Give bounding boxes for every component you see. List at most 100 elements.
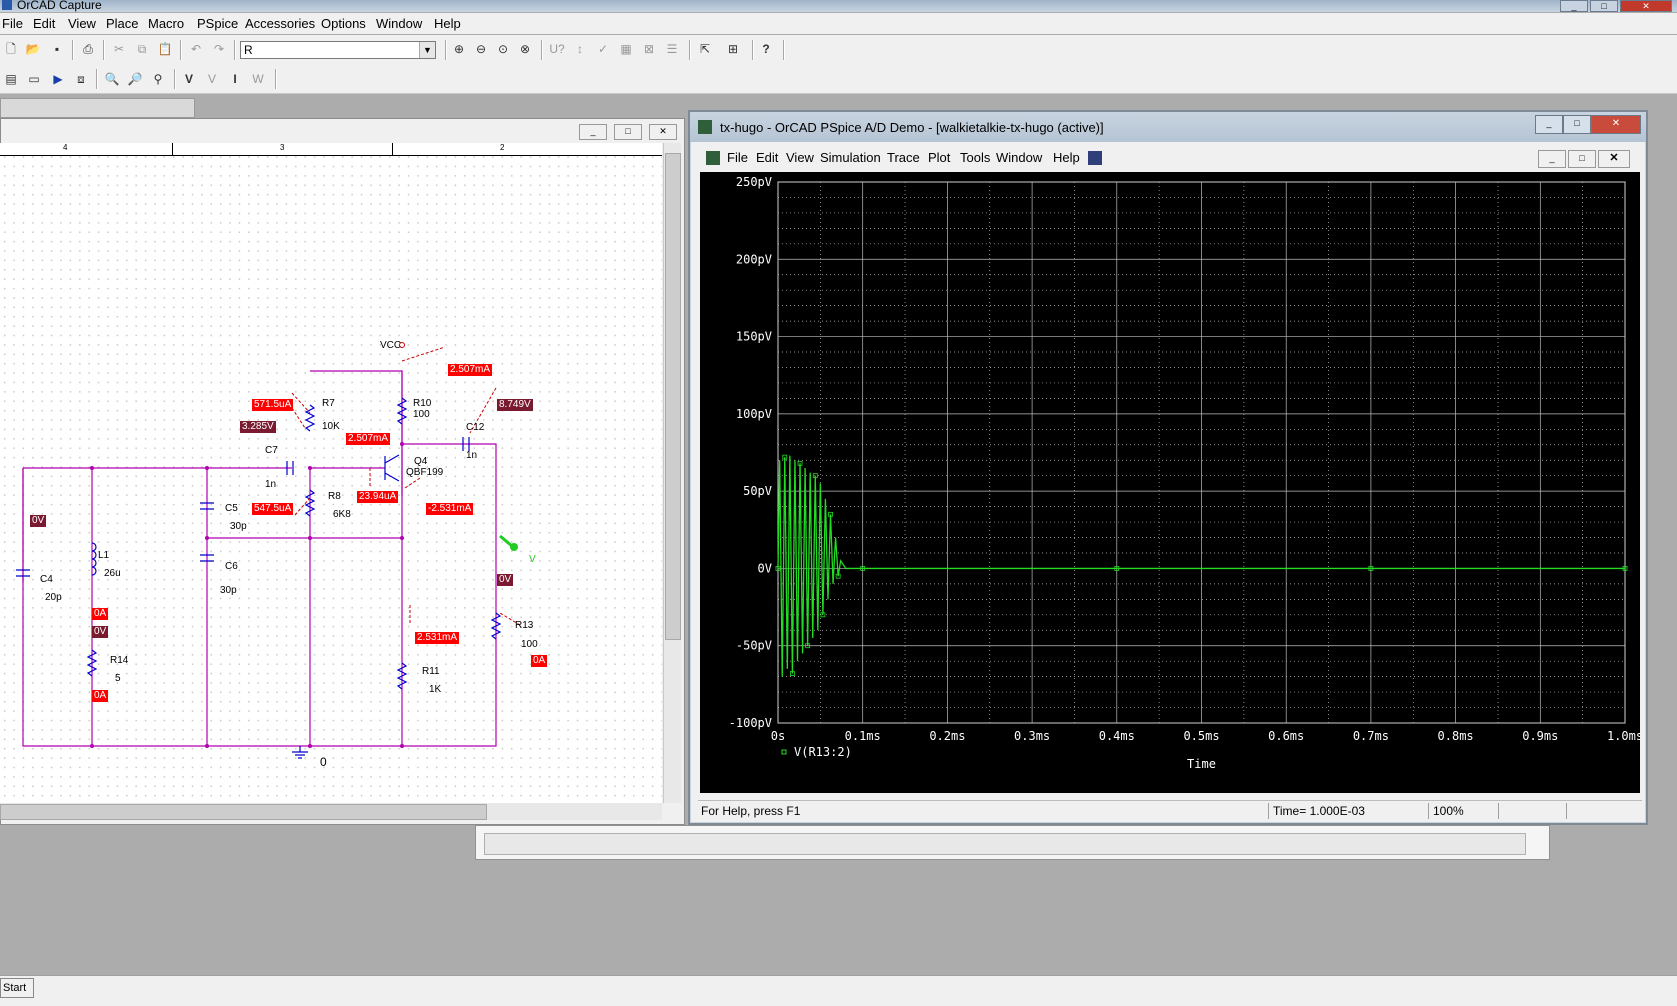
r7-label[interactable]: R7: [322, 398, 335, 409]
zoom-out-icon[interactable]: ⊖: [472, 40, 490, 58]
chevron-down-icon[interactable]: ▼: [419, 42, 435, 58]
open-icon[interactable]: 📂: [24, 40, 42, 58]
sch-close-button[interactable]: ✕: [649, 124, 677, 140]
current-marker-icon[interactable]: I: [226, 70, 244, 88]
menu-edit[interactable]: Edit: [33, 16, 55, 31]
menu-file[interactable]: File: [2, 16, 23, 31]
maximize-button[interactable]: □: [1590, 0, 1618, 12]
paste-icon[interactable]: 📋: [156, 40, 174, 58]
probe-menu-file[interactable]: File: [727, 150, 748, 165]
voltage-marker-icon[interactable]: V: [180, 70, 198, 88]
waveform-plot[interactable]: 250pV 200pV 150pV 100pV 50pV 0V -50pV -100pV 0s 0…: [700, 172, 1643, 793]
schematic-vertical-scrollbar[interactable]: [663, 143, 681, 803]
waveform-svg[interactable]: 250pV 200pV 150pV 100pV 50pV 0V -50pV -100pV0s 0…: [700, 172, 1643, 793]
c12-label[interactable]: C12: [466, 422, 484, 433]
l1-label[interactable]: L1: [98, 550, 109, 561]
probe-menu-trace[interactable]: Trace: [887, 150, 920, 165]
netlist-icon[interactable]: ▦: [617, 40, 635, 58]
power-marker-icon[interactable]: W: [249, 70, 267, 88]
app-icon: [2, 0, 12, 10]
menu-place[interactable]: Place: [106, 16, 139, 31]
r8-label[interactable]: R8: [328, 491, 341, 502]
new-icon[interactable]: 🗋: [2, 40, 20, 58]
sch-minimize-button[interactable]: _: [579, 124, 607, 140]
menu-view[interactable]: View: [68, 16, 96, 31]
status-time: Time= 1.000E-03: [1268, 803, 1429, 819]
probe-close-button[interactable]: ✕: [1591, 115, 1641, 134]
bom-icon[interactable]: ☰: [663, 40, 681, 58]
menu-help[interactable]: Help: [434, 16, 461, 31]
part-combo[interactable]: R ▼: [240, 41, 436, 59]
r10-label[interactable]: R10: [413, 398, 431, 409]
scroll-thumb[interactable]: [665, 153, 681, 640]
close-button[interactable]: ✕: [1620, 0, 1672, 12]
menu-accessories[interactable]: Accessories: [245, 16, 315, 31]
probe-menu-plot[interactable]: Plot: [928, 150, 950, 165]
zoom-in-icon[interactable]: ⊕: [450, 40, 468, 58]
probe-menu-view[interactable]: View: [786, 150, 814, 165]
sensitivity-icon[interactable]: 🔎: [126, 70, 144, 88]
help-icon[interactable]: ?: [757, 40, 775, 58]
voltage-probe-label[interactable]: V: [529, 554, 536, 565]
advanced-analysis-icon[interactable]: 🔍: [103, 70, 121, 88]
c6-value: 30p: [220, 585, 237, 596]
c4-label[interactable]: C4: [40, 574, 53, 585]
cut-icon[interactable]: ✂: [110, 40, 128, 58]
doc-minimize-button[interactable]: _: [1538, 150, 1566, 168]
print-icon[interactable]: ⎙: [79, 40, 97, 58]
probe-minimize-button[interactable]: _: [1535, 115, 1563, 134]
start-button[interactable]: Start: [0, 978, 34, 998]
scroll-thumb[interactable]: [0, 804, 487, 820]
current-annotation: 571.5uA: [252, 399, 294, 411]
sch-restore-button[interactable]: □: [614, 124, 642, 140]
voltage-diff-marker-icon[interactable]: V: [203, 70, 221, 88]
output-hscroll[interactable]: [484, 833, 1526, 855]
project-window-tab[interactable]: [0, 98, 195, 118]
probe-menu-help[interactable]: Help: [1053, 150, 1080, 165]
c5-label[interactable]: C5: [225, 503, 238, 514]
current-annotation: 0A: [531, 655, 548, 667]
probe-menu-simulation[interactable]: Simulation: [820, 150, 881, 165]
c7-label[interactable]: C7: [265, 445, 278, 456]
menu-pspice[interactable]: PSpice: [197, 16, 238, 31]
view-results-icon[interactable]: ⧈: [72, 70, 90, 88]
menu-options[interactable]: Options: [321, 16, 366, 31]
run-icon[interactable]: ▶: [49, 70, 67, 88]
probe-menu-window[interactable]: Window: [996, 150, 1042, 165]
doc-close-button[interactable]: ✕: [1598, 150, 1630, 168]
current-annotation: 0A: [92, 690, 109, 702]
menu-window[interactable]: Window: [376, 16, 422, 31]
q4-label[interactable]: Q4: [414, 456, 427, 467]
copy-icon[interactable]: ⧉: [133, 40, 151, 58]
redo-icon[interactable]: ↷: [210, 40, 228, 58]
probe-menu-edit[interactable]: Edit: [756, 150, 778, 165]
probe-menu-tools[interactable]: Tools: [960, 150, 990, 165]
r14-label[interactable]: R14: [110, 655, 128, 666]
probe-toolbar-icon[interactable]: [1088, 151, 1102, 165]
schematic-drawing: [16, 342, 521, 759]
minimize-button[interactable]: _: [1560, 0, 1588, 12]
save-icon[interactable]: ▪: [48, 40, 66, 58]
status-cell: [1498, 803, 1567, 819]
schematic-horizontal-scrollbar[interactable]: [0, 803, 662, 820]
annotate-icon[interactable]: U?: [548, 40, 566, 58]
zoom-all-icon[interactable]: ⊗: [516, 40, 534, 58]
optimizer-icon[interactable]: ⚲: [149, 70, 167, 88]
doc-restore-button[interactable]: □: [1568, 150, 1596, 168]
x-tick-label: 0s: [771, 729, 785, 743]
snap-icon[interactable]: ⇱: [696, 40, 714, 58]
undo-icon[interactable]: ↶: [187, 40, 205, 58]
edit-sim-profile-icon[interactable]: ▭: [25, 70, 43, 88]
cross-ref-icon[interactable]: ⊠: [640, 40, 658, 58]
r13-label[interactable]: R13: [515, 620, 533, 631]
r11-label[interactable]: R11: [422, 666, 440, 677]
c6-label[interactable]: C6: [225, 561, 238, 572]
new-sim-profile-icon[interactable]: ▤: [2, 70, 20, 88]
project-manager-icon[interactable]: ⊞: [724, 40, 742, 58]
drc-icon[interactable]: ✓: [594, 40, 612, 58]
zoom-area-icon[interactable]: ⊙: [494, 40, 512, 58]
back-annotate-icon[interactable]: ↕: [571, 40, 589, 58]
menu-macro[interactable]: Macro: [148, 16, 184, 31]
probe-restore-button[interactable]: □: [1563, 115, 1591, 134]
l1-value: 26u: [104, 568, 121, 579]
